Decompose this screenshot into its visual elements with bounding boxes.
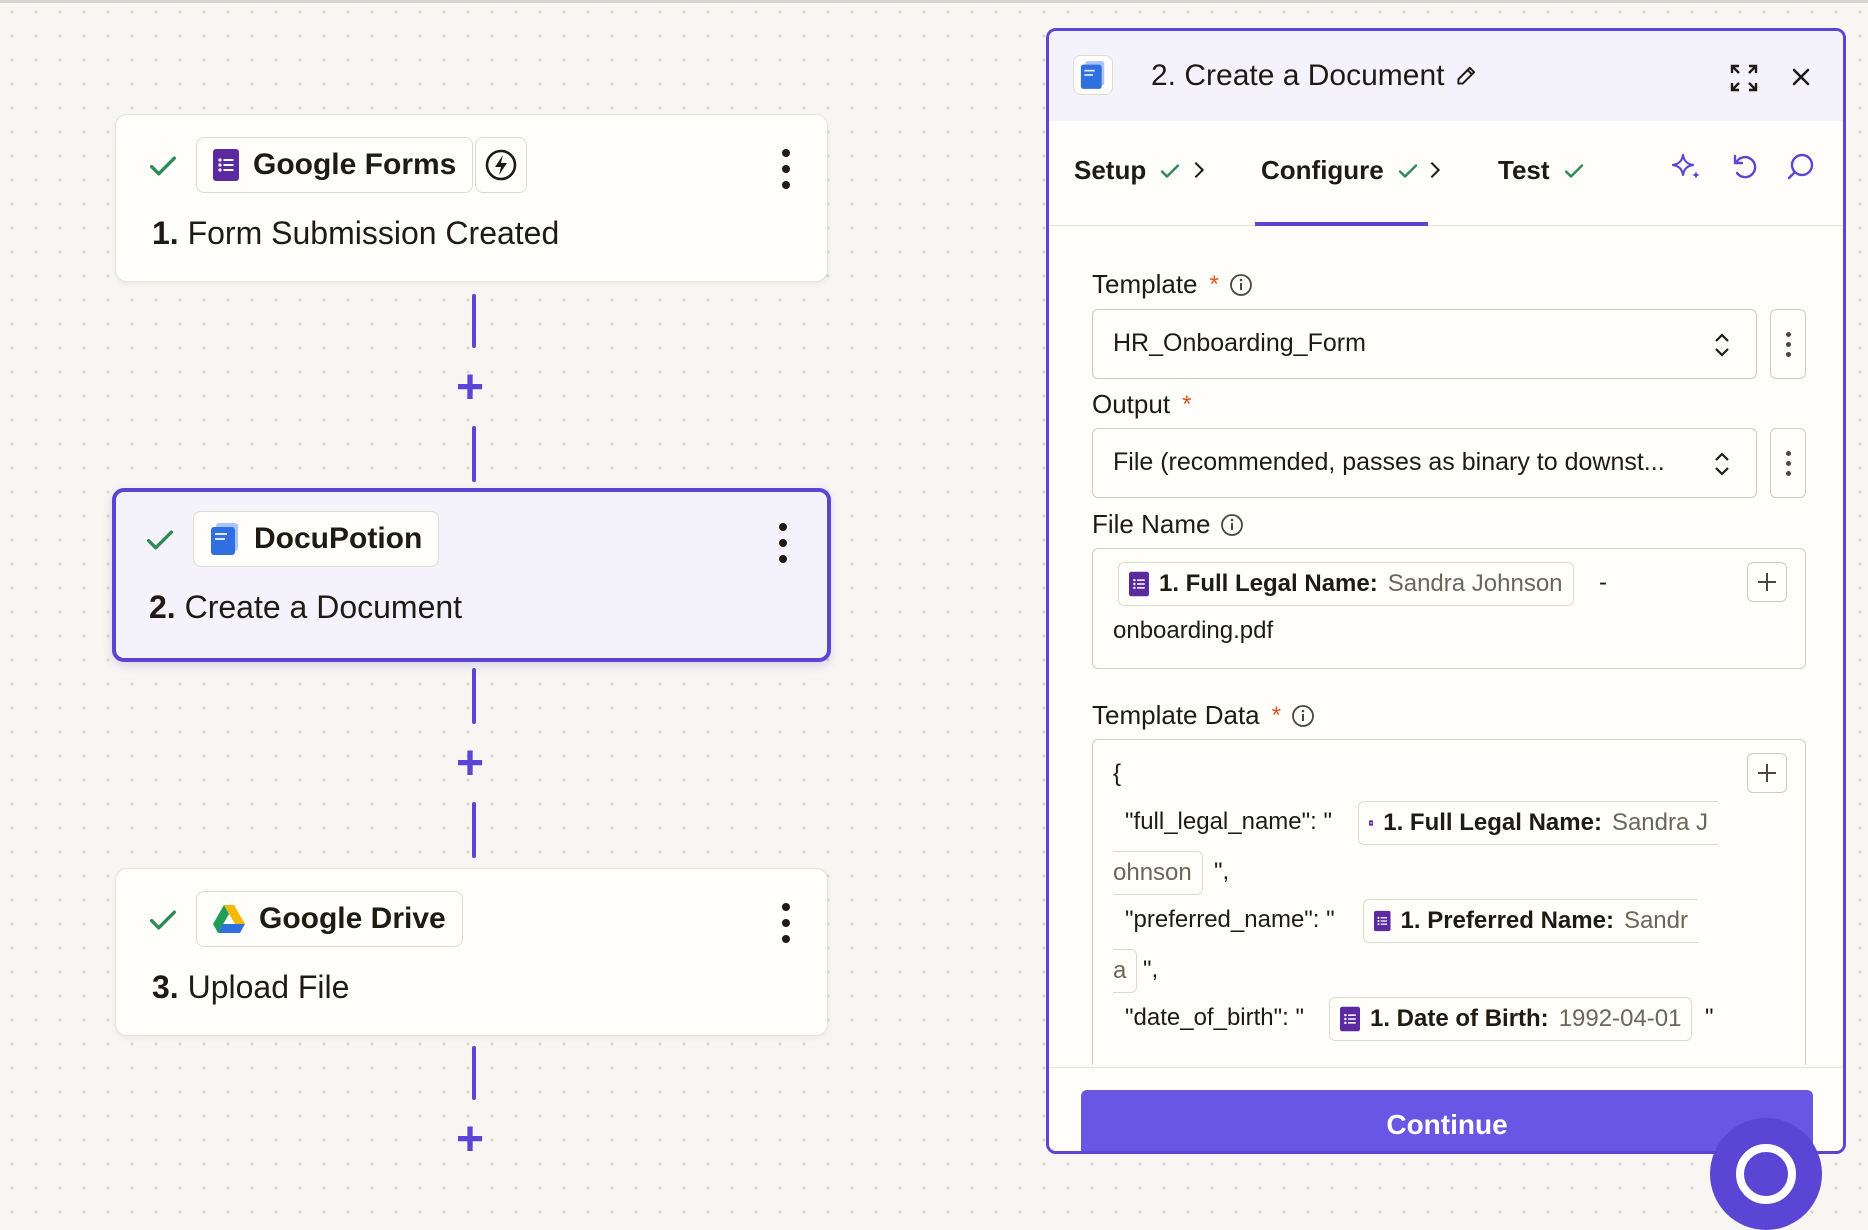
help-chat-bubble[interactable]	[1710, 1118, 1822, 1230]
json-key: "date_of_birth": "	[1125, 1004, 1304, 1032]
google-forms-icon	[1340, 1006, 1360, 1032]
step-menu-kebab[interactable]	[778, 903, 794, 943]
insert-data-button[interactable]	[1747, 753, 1787, 793]
info-icon[interactable]	[1220, 513, 1244, 537]
comment-icon[interactable]	[1785, 151, 1817, 183]
tab-test[interactable]: Test	[1498, 155, 1586, 186]
app-chip-docupotion[interactable]: DocuPotion	[193, 511, 439, 567]
info-icon[interactable]	[1229, 273, 1253, 297]
panel-title: 2. Create a Document	[1151, 59, 1444, 93]
connector-line	[472, 668, 476, 724]
json-tail: ",	[1214, 858, 1229, 886]
step-card-docupotion[interactable]: DocuPotion 2. Create a Document	[112, 488, 831, 662]
top-border	[0, 0, 1868, 3]
google-forms-icon	[1369, 810, 1373, 836]
step-menu-kebab[interactable]	[775, 523, 791, 563]
app-name: DocuPotion	[254, 522, 422, 556]
google-forms-icon	[1374, 908, 1391, 934]
google-forms-icon	[213, 149, 239, 181]
check-icon	[146, 149, 180, 183]
lightning-icon	[483, 147, 519, 183]
json-key: "full_legal_name": "	[1125, 808, 1332, 836]
field-mapping-pill[interactable]: 1. Date of Birth:1992-04-01	[1329, 997, 1692, 1041]
config-form: Template* HR_Onboarding_Form Output* Fil…	[1049, 227, 1843, 1065]
file-name-suffix: onboarding.pdf	[1113, 617, 1273, 645]
docupotion-icon	[1073, 55, 1113, 95]
field-mapping-pill[interactable]: 1. Full Legal Name:Sandra J	[1358, 801, 1718, 845]
json-tail: ",	[1143, 956, 1158, 984]
google-drive-icon	[213, 905, 245, 933]
app-name: Google Drive	[259, 902, 446, 936]
check-icon	[143, 523, 177, 557]
tab-selected-indicator	[1255, 222, 1428, 226]
output-label: Output*	[1092, 389, 1191, 420]
add-step-button[interactable]: +	[456, 364, 484, 412]
chevron-updown-icon	[1712, 332, 1732, 358]
json-open-brace: {	[1113, 760, 1121, 788]
pencil-icon[interactable]	[1453, 63, 1479, 89]
add-step-button[interactable]: +	[456, 740, 484, 788]
connector-line	[472, 802, 476, 858]
connector-line	[472, 294, 476, 348]
panel-tabs: Setup Configure Test	[1049, 121, 1843, 226]
check-icon	[146, 903, 180, 937]
json-key: "preferred_name": "	[1125, 906, 1335, 934]
expand-icon[interactable]	[1729, 63, 1759, 93]
check-icon	[1562, 159, 1586, 183]
field-mapping-pill[interactable]: 1. Full Legal Name:Sandra Johnson	[1118, 562, 1574, 606]
template-data-field[interactable]: { "full_legal_name": " 1. Full Legal Nam…	[1092, 739, 1806, 1065]
docupotion-icon	[210, 523, 240, 555]
output-options-kebab[interactable]	[1770, 428, 1806, 498]
template-data-label: Template Data*	[1092, 700, 1315, 731]
panel-header: 2. Create a Document	[1049, 31, 1843, 121]
sparkle-icon[interactable]	[1671, 151, 1703, 183]
file-name-field[interactable]: 1. Full Legal Name:Sandra Johnson - onbo…	[1092, 548, 1806, 669]
template-label: Template*	[1092, 269, 1253, 300]
add-step-button[interactable]: +	[456, 1116, 484, 1164]
tab-setup[interactable]: Setup	[1074, 155, 1182, 186]
step-card-google-forms[interactable]: Google Forms 1. Form Submission Created	[115, 114, 828, 282]
template-options-kebab[interactable]	[1770, 309, 1806, 379]
connector-line	[472, 1046, 476, 1100]
plus-icon	[1756, 571, 1778, 593]
json-tail: "	[1705, 1004, 1714, 1032]
template-select[interactable]: HR_Onboarding_Form	[1092, 309, 1757, 379]
field-mapping-pill-continued[interactable]: ohnson	[1113, 851, 1203, 895]
step-menu-kebab[interactable]	[778, 149, 794, 189]
output-select[interactable]: File (recommended, passes as binary to d…	[1092, 428, 1757, 498]
tab-configure[interactable]: Configure	[1261, 155, 1420, 186]
chevron-right-icon	[1424, 159, 1446, 181]
chevron-updown-icon	[1712, 451, 1732, 477]
field-mapping-pill-continued[interactable]: a	[1113, 949, 1137, 993]
step-title: 1. Form Submission Created	[152, 215, 559, 252]
check-icon	[1396, 159, 1420, 183]
app-chip-google-forms[interactable]: Google Forms	[196, 137, 473, 193]
continue-button[interactable]: Continue	[1081, 1090, 1813, 1154]
insert-data-button[interactable]	[1747, 562, 1787, 602]
app-name: Google Forms	[253, 148, 456, 182]
step-card-google-drive[interactable]: Google Drive 3. Upload File	[115, 868, 828, 1036]
info-icon[interactable]	[1291, 704, 1315, 728]
google-forms-icon	[1129, 571, 1149, 597]
plus-icon	[1756, 762, 1778, 784]
step-title: 2. Create a Document	[149, 589, 462, 626]
close-icon[interactable]	[1789, 65, 1813, 89]
trigger-badge	[475, 137, 527, 193]
step-title: 3. Upload File	[152, 969, 349, 1006]
field-mapping-pill[interactable]: 1. Preferred Name:Sandr	[1363, 899, 1698, 943]
connector-line	[472, 426, 476, 482]
chevron-right-icon	[1188, 159, 1210, 181]
step-config-panel: 2. Create a Document Setup Configure Tes…	[1046, 28, 1846, 1154]
check-icon	[1158, 159, 1182, 183]
refresh-icon[interactable]	[1729, 151, 1761, 183]
file-name-separator: -	[1599, 569, 1607, 597]
file-name-label: File Name	[1092, 509, 1244, 540]
app-chip-google-drive[interactable]: Google Drive	[196, 891, 463, 947]
